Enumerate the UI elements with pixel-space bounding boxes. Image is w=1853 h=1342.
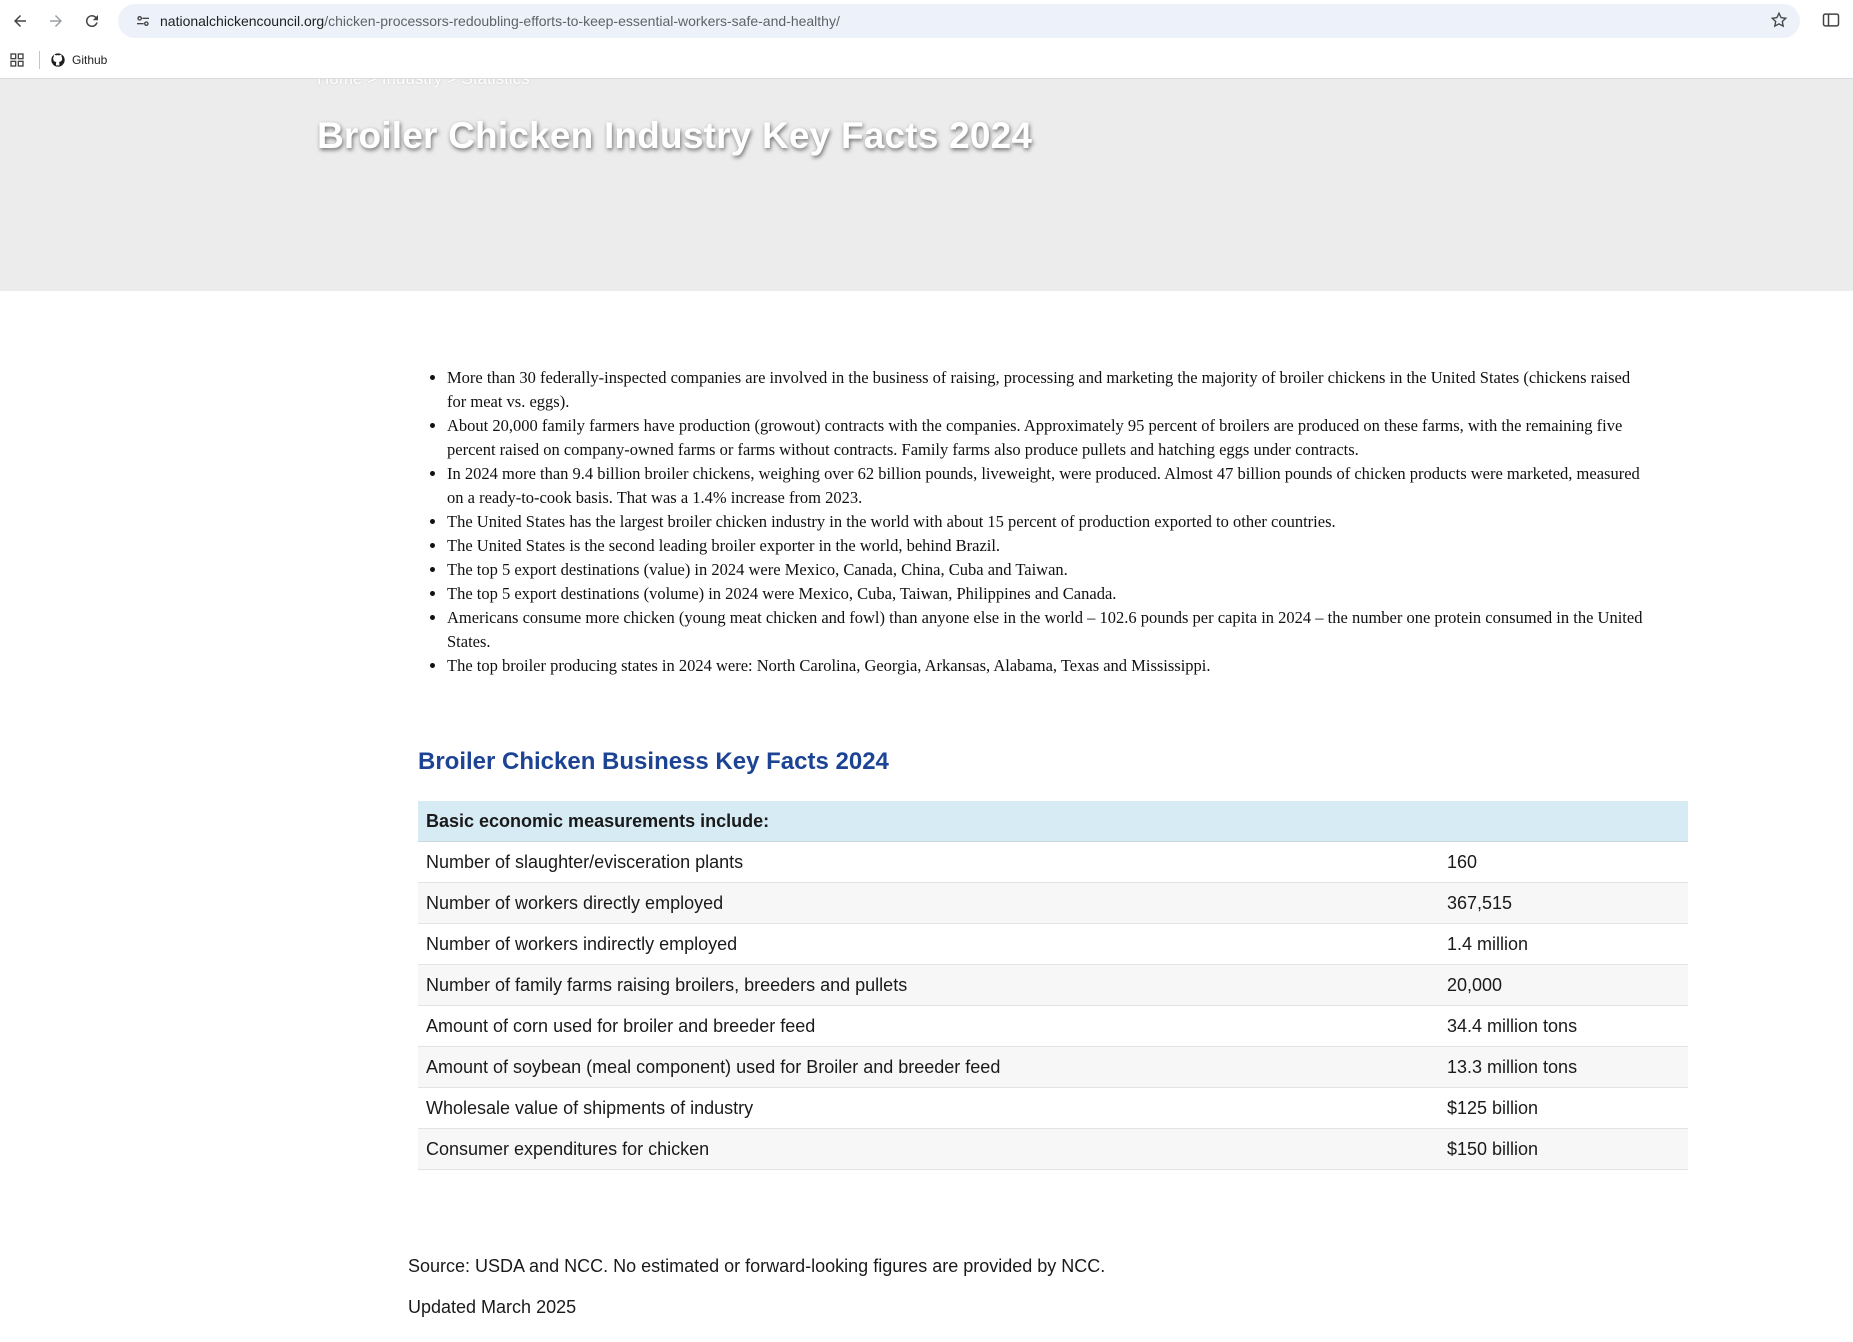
bookmark-star-icon[interactable] xyxy=(1770,11,1788,34)
table-row: Amount of soybean (meal component) used … xyxy=(418,1046,1688,1088)
table-header: Basic economic measurements include: xyxy=(418,801,1688,842)
list-item: About 20,000 family farmers have product… xyxy=(447,414,1647,462)
updated-date: Updated March 2025 xyxy=(408,1297,577,1317)
row-value: 367,515 xyxy=(1439,882,1688,924)
list-item: The United States has the largest broile… xyxy=(447,510,1647,534)
source-note: Source: USDA and NCC. No estimated or fo… xyxy=(408,1256,1106,1276)
row-value: 1.4 million xyxy=(1439,923,1688,965)
table-row: Amount of corn used for broiler and bree… xyxy=(418,1005,1688,1047)
bookmark-github-label: Github xyxy=(72,53,108,67)
list-item: Americans consume more chicken (young me… xyxy=(447,606,1647,654)
forward-button[interactable] xyxy=(38,3,74,39)
list-item: The top 5 export destinations (volume) i… xyxy=(447,582,1647,606)
table-row: Number of family farms raising broilers,… xyxy=(418,964,1688,1006)
reload-button[interactable] xyxy=(74,3,110,39)
back-button[interactable] xyxy=(2,3,38,39)
row-value: 20,000 xyxy=(1439,964,1688,1006)
row-value: $125 billion xyxy=(1439,1087,1688,1129)
table-row: Number of workers directly employed 367,… xyxy=(418,882,1688,924)
list-item: The United States is the second leading … xyxy=(447,534,1647,558)
business-facts-table: Basic economic measurements include: Num… xyxy=(418,801,1688,1170)
row-label: Amount of corn used for broiler and bree… xyxy=(418,1005,1439,1047)
row-label: Number of workers indirectly employed xyxy=(418,923,1439,965)
reload-icon xyxy=(85,15,98,28)
row-label: Number of slaughter/evisceration plants xyxy=(418,841,1439,883)
side-panel-icon[interactable] xyxy=(1821,10,1841,35)
row-label: Amount of soybean (meal component) used … xyxy=(418,1046,1439,1088)
list-item: More than 30 federally-inspected compani… xyxy=(447,366,1647,414)
table-row: Number of slaughter/evisceration plants … xyxy=(418,841,1688,883)
row-label: Number of workers directly employed xyxy=(418,882,1439,924)
list-item: In 2024 more than 9.4 billion broiler ch… xyxy=(447,462,1647,510)
table-row: Wholesale value of shipments of industry… xyxy=(418,1087,1688,1129)
page-title: Broiler Chicken Industry Key Facts 2024 xyxy=(317,115,1033,156)
breadcrumb[interactable]: Home > Industry > Statistics xyxy=(317,79,530,89)
url-text: nationalchickencouncil.org/chicken-proce… xyxy=(160,13,840,29)
row-label: Consumer expenditures for chicken xyxy=(418,1128,1439,1170)
bookmarks-bar: Github xyxy=(0,42,1853,79)
row-value: 160 xyxy=(1439,841,1688,883)
site-info-icon[interactable] xyxy=(126,13,160,29)
table-row: Consumer expenditures for chicken $150 b… xyxy=(418,1128,1688,1170)
business-facts-heading: Broiler Chicken Business Key Facts 2024 xyxy=(418,748,889,775)
arrow-right-icon xyxy=(50,15,62,27)
apps-grid-icon[interactable] xyxy=(1,52,33,68)
hero-banner: Home > Industry > Statistics Broiler Chi… xyxy=(0,79,1853,291)
industry-facts-list: More than 30 federally-inspected compani… xyxy=(424,366,1647,678)
table-header-row: Basic economic measurements include: xyxy=(418,801,1688,842)
bookmark-github[interactable]: Github xyxy=(50,52,107,68)
table-row: Number of workers indirectly employed 1.… xyxy=(418,923,1688,965)
row-value: $150 billion xyxy=(1439,1128,1688,1170)
bookmarks-separator xyxy=(39,51,40,69)
browser-toolbar: nationalchickencouncil.org/chicken-proce… xyxy=(0,0,1853,42)
github-icon xyxy=(51,53,65,67)
list-item: The top broiler producing states in 2024… xyxy=(447,654,1647,678)
list-item: The top 5 export destinations (value) in… xyxy=(447,558,1647,582)
address-bar[interactable]: nationalchickencouncil.org/chicken-proce… xyxy=(118,4,1800,38)
row-value: 34.4 million tons xyxy=(1439,1005,1688,1047)
arrow-left-icon xyxy=(14,15,26,27)
row-value: 13.3 million tons xyxy=(1439,1046,1688,1088)
row-label: Wholesale value of shipments of industry xyxy=(418,1087,1439,1129)
row-label: Number of family farms raising broilers,… xyxy=(418,964,1439,1006)
